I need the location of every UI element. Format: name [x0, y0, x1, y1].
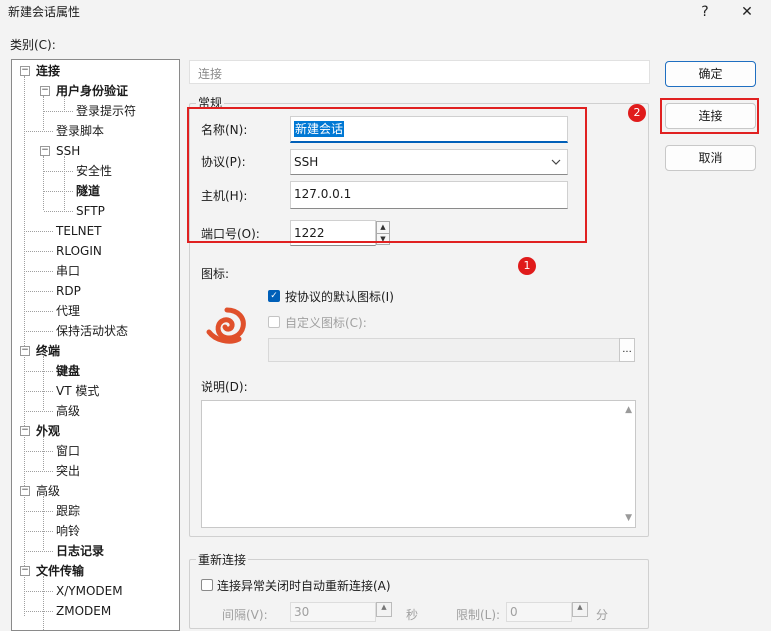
description-label: 说明(D):	[201, 380, 248, 394]
tree-expander-icon[interactable]: −	[20, 426, 30, 436]
tree-connector	[24, 231, 53, 232]
browse-icon-button[interactable]: ...	[619, 338, 635, 362]
tree-item[interactable]: X/YMODEM	[56, 581, 123, 601]
tree-item[interactable]: SFTP	[76, 201, 105, 221]
tree-connector	[24, 531, 53, 532]
auto-reconnect-label: 连接异常关闭时自动重新连接(A)	[217, 579, 391, 593]
tree-item[interactable]: SSH	[56, 141, 80, 161]
close-icon: ✕	[741, 4, 753, 20]
tree-item[interactable]: 突出	[56, 461, 80, 481]
limit-field[interactable]: 0	[506, 602, 572, 622]
tree-connector	[24, 391, 53, 392]
tree-connector	[24, 291, 53, 292]
tree-item[interactable]: 跟踪	[56, 501, 80, 521]
tree-item[interactable]: 高级	[36, 481, 60, 501]
tree-connector	[24, 511, 53, 512]
tree-item[interactable]: 隧道	[76, 181, 100, 201]
tree-connector	[24, 471, 53, 472]
icon-label: 图标:	[201, 267, 230, 281]
tree-item[interactable]: RDP	[56, 281, 81, 301]
tree-expander-icon[interactable]: −	[20, 486, 30, 496]
tree-connector	[24, 371, 53, 372]
tree-connector	[44, 211, 73, 212]
help-button[interactable]: ?	[686, 0, 724, 24]
tree-item[interactable]: 高级	[56, 401, 80, 421]
tree-connector	[24, 451, 53, 452]
annotation-highlight-fields	[187, 107, 587, 243]
interval-value: 30	[294, 605, 310, 619]
tree-item[interactable]: 连接	[36, 61, 60, 81]
tree-connector	[43, 576, 44, 630]
scroll-up-icon[interactable]: ▲	[625, 405, 632, 415]
tree-connector	[24, 131, 53, 132]
category-label: 类别(C):	[10, 38, 56, 52]
custom-icon-label: 自定义图标(C):	[285, 316, 367, 330]
tree-connector	[24, 591, 53, 592]
tree-item[interactable]: 登录脚本	[56, 121, 104, 141]
tree-item[interactable]: 外观	[36, 421, 60, 441]
tree-item[interactable]: RLOGIN	[56, 241, 102, 261]
tree-item[interactable]: TELNET	[56, 221, 102, 241]
cancel-button[interactable]: 取消	[665, 145, 756, 171]
tree-connector	[24, 611, 53, 612]
tree-connector	[24, 331, 53, 332]
title-bar: 新建会话属性 ? ✕	[0, 0, 771, 24]
reconnect-legend: 重新连接	[196, 551, 249, 568]
tree-item[interactable]: 日志记录	[56, 541, 104, 561]
tree-expander-icon[interactable]: −	[40, 146, 50, 156]
close-button[interactable]: ✕	[728, 0, 766, 24]
tree-expander-icon[interactable]: −	[20, 66, 30, 76]
tree-item[interactable]: 终端	[36, 341, 60, 361]
tree-expander-icon[interactable]: −	[20, 566, 30, 576]
tree-item[interactable]: 代理	[56, 301, 80, 321]
tree-connector	[44, 171, 73, 172]
tree-connector	[43, 356, 44, 410]
default-icon-label: 按协议的默认图标(I)	[285, 290, 394, 304]
tree-connector	[43, 96, 44, 130]
tree-connector	[24, 551, 53, 552]
tree-connector	[44, 111, 73, 112]
window-title: 新建会话属性	[8, 5, 81, 19]
category-tree[interactable]: − 连接 − 用户身份验证 登录提示符 登录脚本 − SSH 安全性 隧道 SFTP TELNET RL…	[11, 59, 180, 631]
tree-item[interactable]: 响铃	[56, 521, 80, 541]
tree-expander-icon[interactable]: −	[20, 346, 30, 356]
tree-connector	[43, 156, 44, 210]
interval-field[interactable]: 30	[290, 602, 376, 622]
annotation-badge-1: 1	[518, 257, 536, 275]
tree-item[interactable]: 用户身份验证	[56, 81, 128, 101]
tree-connector	[64, 156, 65, 210]
description-textarea[interactable]: ▲ ▼	[201, 400, 636, 528]
tree-item[interactable]: 安全性	[76, 161, 112, 181]
tree-connector	[24, 271, 53, 272]
tree-connector	[44, 191, 73, 192]
scroll-down-icon[interactable]: ▼	[625, 513, 632, 523]
tree-item[interactable]: 串口	[56, 261, 80, 281]
default-icon-checkbox[interactable]: ✓	[268, 290, 280, 302]
limit-value: 0	[510, 605, 518, 619]
ok-button[interactable]: 确定	[665, 61, 756, 87]
tree-connector	[24, 411, 53, 412]
tree-item[interactable]: VT 模式	[56, 381, 99, 401]
tree-connector	[43, 436, 44, 470]
auto-reconnect-checkbox[interactable]	[201, 579, 213, 591]
tree-item[interactable]: 文件传输	[36, 561, 84, 581]
breadcrumb: 连接	[189, 60, 650, 84]
tree-connector	[24, 311, 53, 312]
tree-item[interactable]: ZMODEM	[56, 601, 111, 621]
tree-item[interactable]: 窗口	[56, 441, 80, 461]
annotation-badge-2: 2	[628, 104, 646, 122]
tree-connector	[43, 496, 44, 550]
custom-icon-checkbox[interactable]	[268, 316, 280, 328]
tree-item[interactable]: 键盘	[56, 361, 80, 381]
tree-item[interactable]: 登录提示符	[76, 101, 136, 121]
tree-expander-icon[interactable]: −	[40, 86, 50, 96]
annotation-highlight-connect	[660, 98, 759, 134]
custom-icon-path-field[interactable]	[268, 338, 620, 362]
tree-connector	[24, 251, 53, 252]
breadcrumb-text: 连接	[198, 67, 223, 81]
ssh-protocol-icon	[205, 306, 249, 349]
tree-item[interactable]: 保持活动状态	[56, 321, 128, 341]
